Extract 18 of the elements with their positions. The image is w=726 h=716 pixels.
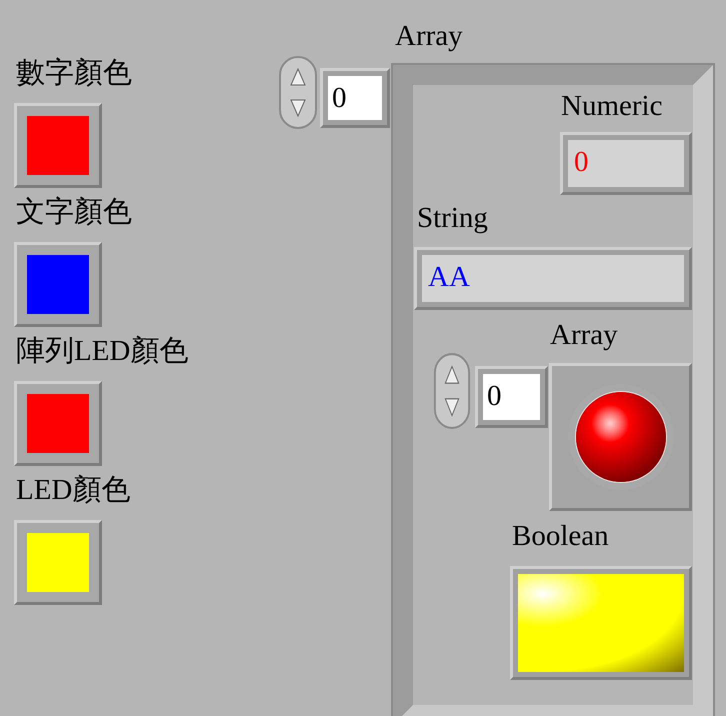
color-box[interactable]: [14, 103, 102, 188]
color-label: 陣列LED顏色: [16, 335, 188, 367]
numeric-indicator: 0: [568, 140, 684, 187]
boolean-label: Boolean: [512, 520, 609, 552]
color-label: 數字顏色: [16, 57, 132, 89]
array-label: Array: [395, 20, 463, 52]
color-box[interactable]: [14, 242, 102, 327]
color-label: 文字顏色: [16, 196, 132, 228]
numeric-label: Numeric: [561, 90, 662, 122]
color-label: LED顏色: [16, 474, 130, 506]
string-indicator: AA: [422, 255, 684, 302]
rectangular-led[interactable]: [518, 574, 684, 672]
color-box[interactable]: [14, 520, 102, 605]
string-label: String: [417, 202, 488, 234]
index-field[interactable]: 0: [328, 76, 382, 120]
index-field[interactable]: 0: [483, 374, 540, 420]
array-label: Array: [550, 319, 618, 351]
color-box[interactable]: [14, 381, 102, 466]
